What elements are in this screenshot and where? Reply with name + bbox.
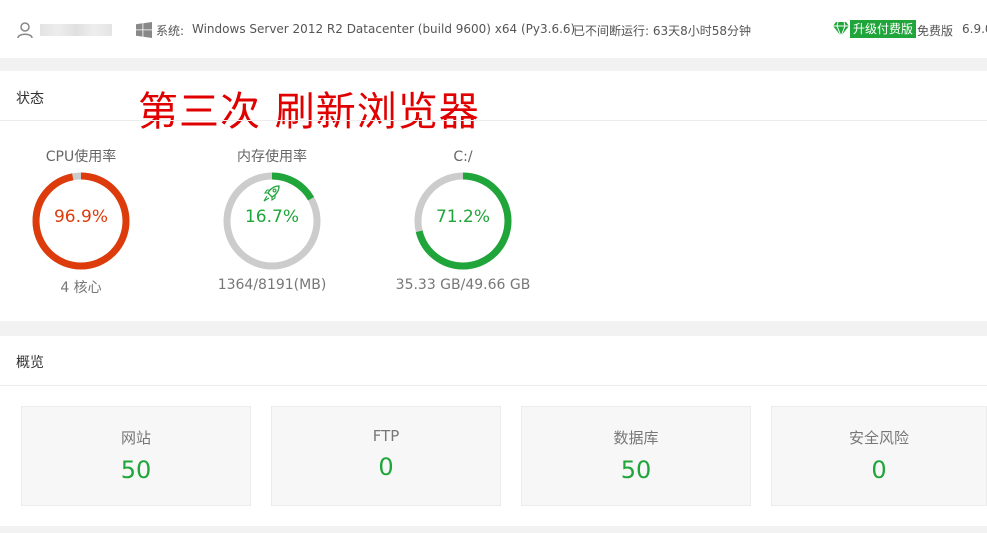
- gauge-ring: 71.2%: [411, 169, 515, 273]
- username-blurred[interactable]: [40, 24, 112, 36]
- system-value: Windows Server 2012 R2 Datacenter (build…: [192, 22, 576, 36]
- stat-label: 数据库: [613, 429, 659, 447]
- rocket-icon[interactable]: [262, 183, 282, 203]
- gauge-sub: 1364/8191(MB): [217, 277, 327, 293]
- uptime-text: 已不间断运行: 63天8小时58分钟: [573, 24, 752, 38]
- gauge-ring: 96.9%: [29, 169, 133, 273]
- stat-label: 网站: [120, 429, 151, 447]
- upgrade-label: 升级付费版: [850, 20, 917, 38]
- diamond-icon: [832, 21, 850, 38]
- stat-value[interactable]: 0: [272, 453, 500, 481]
- gauge-value: 71.2%: [435, 207, 490, 227]
- stat-label: FTP: [372, 427, 400, 445]
- overview-title: 概览: [16, 355, 44, 371]
- divider: [0, 385, 987, 386]
- red-annotation: 第三次 刷新浏览器: [138, 89, 480, 135]
- gauge-value: 16.7%: [244, 207, 299, 227]
- gauge-sub: 35.33 GB/49.66 GB: [395, 277, 531, 293]
- windows-icon: [136, 22, 152, 38]
- status-panel: 状态 第三次 刷新浏览器 CPU使用率 96.9% 4 核心 内存使用率 16.…: [0, 71, 987, 321]
- divider: [0, 120, 987, 121]
- gauge-value: 96.9%: [53, 207, 108, 227]
- stat-card-websites[interactable]: 网站 50: [21, 406, 251, 506]
- upgrade-button[interactable]: 升级付费版: [832, 20, 917, 38]
- stat-label: 安全风险: [848, 429, 909, 447]
- stat-value[interactable]: 0: [772, 456, 986, 484]
- system-label: 系统:: [156, 24, 185, 38]
- user-icon[interactable]: [16, 21, 34, 39]
- memory-gauge[interactable]: 内存使用率 16.7% 1364/8191(MB): [192, 147, 352, 293]
- free-edition-label: 免费版: [917, 24, 954, 38]
- top-bar: 系统: Windows Server 2012 R2 Datacenter (b…: [0, 0, 987, 58]
- gauge-ring: 16.7%: [220, 169, 324, 273]
- stat-card-databases[interactable]: 数据库 50: [521, 406, 751, 506]
- stat-card-ftp[interactable]: FTP 0: [271, 406, 501, 506]
- stat-value[interactable]: 50: [22, 456, 250, 484]
- stat-value[interactable]: 50: [522, 456, 750, 484]
- gauge-label: C:/: [453, 149, 473, 165]
- overview-panel: 概览 网站 50 FTP 0 数据库 50 安全风险 0: [0, 336, 987, 526]
- version-label: 6.9.0: [962, 22, 987, 36]
- disk-gauge[interactable]: C:/ 71.2% 35.33 GB/49.66 GB: [383, 147, 543, 293]
- gauge-label: CPU使用率: [45, 149, 117, 165]
- cpu-gauge[interactable]: CPU使用率 96.9% 4 核心: [1, 147, 161, 297]
- gauge-label: 内存使用率: [237, 149, 307, 165]
- gauge-sub: 4 核心: [60, 280, 102, 296]
- status-title: 状态: [16, 91, 44, 107]
- stat-card-security-risk[interactable]: 安全风险 0: [771, 406, 987, 506]
